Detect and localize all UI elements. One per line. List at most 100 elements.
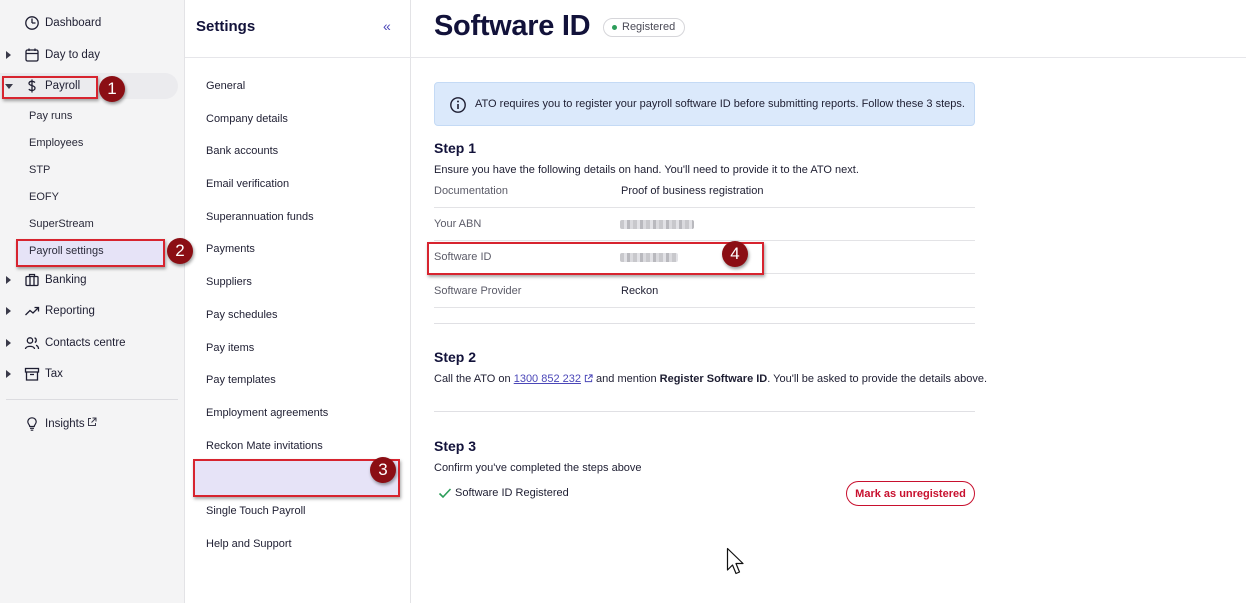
detail-label: Documentation	[434, 185, 508, 197]
settings-item-help-and-support[interactable]: Help and Support	[206, 538, 292, 550]
settings-item-company-details[interactable]: Company details	[206, 113, 288, 125]
settings-sidebar: Settings « General Company details Bank ac…	[185, 0, 411, 603]
step1-heading: Step 1	[434, 140, 477, 156]
mouse-cursor-icon	[726, 547, 744, 575]
settings-item-bank-accounts[interactable]: Bank accounts	[206, 145, 278, 157]
settings-item-pay-templates[interactable]: Pay templates	[206, 374, 276, 386]
status-dot-icon	[612, 25, 617, 30]
nav-payroll-settings[interactable]: Payroll settings	[29, 245, 104, 257]
main-content: Software ID Registered ATO requires you …	[411, 0, 1246, 603]
step2-text-pre: Call the ATO on	[434, 373, 514, 385]
nav-banking-label: Banking	[45, 274, 87, 286]
archive-icon	[24, 367, 40, 381]
settings-item-suppliers[interactable]: Suppliers	[206, 276, 252, 288]
nav-divider	[6, 399, 178, 400]
checkmark-icon	[438, 488, 452, 499]
trend-up-icon	[25, 306, 40, 316]
dashboard-icon	[25, 16, 39, 30]
detail-label: Software ID	[434, 251, 492, 263]
detail-row-documentation: Documentation Proof of business registra…	[434, 175, 975, 208]
dollar-icon	[28, 79, 36, 93]
settings-item-pay-schedules[interactable]: Pay schedules	[206, 309, 278, 321]
status-badge: Registered	[603, 18, 686, 37]
nav-dashboard[interactable]: Dashboard	[0, 10, 184, 36]
settings-item-general[interactable]: General	[206, 80, 245, 92]
nav-superstream[interactable]: SuperStream	[29, 218, 94, 230]
main-sidebar: Dashboard Day to day Payroll Pay runs Em…	[0, 0, 185, 603]
step2-heading: Step 2	[434, 349, 477, 365]
settings-item-software-id-highlight	[194, 460, 399, 495]
contacts-icon	[24, 337, 40, 350]
expand-caret-icon[interactable]	[6, 307, 11, 315]
nav-day-to-day-label: Day to day	[45, 49, 100, 61]
software-id-registered-label: Software ID Registered	[455, 487, 569, 499]
detail-label: Your ABN	[434, 218, 482, 230]
detail-row-software-provider: Software Provider Reckon	[434, 275, 975, 308]
nav-contacts-centre-label: Contacts centre	[45, 337, 126, 349]
nav-insights[interactable]: Insights	[0, 411, 184, 437]
step2-description: Call the ATO on 1300 852 232 and mention…	[434, 373, 987, 385]
software-id-redacted-value	[620, 253, 678, 262]
step2-text-post: . You'll be asked to provide the details…	[767, 373, 988, 385]
expand-caret-icon[interactable]	[6, 370, 11, 378]
nav-reporting-label: Reporting	[45, 305, 95, 317]
annotation-badge-1: 1	[99, 76, 125, 102]
nav-day-to-day[interactable]: Day to day	[0, 42, 184, 68]
info-banner-text: ATO requires you to register your payrol…	[475, 98, 965, 110]
settings-item-reckon-mate-invitations[interactable]: Reckon Mate invitations	[206, 440, 323, 452]
mark-as-unregistered-button[interactable]: Mark as unregistered	[846, 481, 975, 506]
step3-description: Confirm you've completed the steps above	[434, 462, 642, 474]
nav-eofy[interactable]: EOFY	[29, 191, 59, 203]
bank-icon	[25, 273, 39, 287]
detail-row-software-id: Software ID	[434, 241, 975, 274]
expand-caret-icon[interactable]	[6, 339, 11, 347]
step2-text-bold: Register Software ID	[659, 373, 768, 385]
settings-item-employment-agreements[interactable]: Employment agreements	[206, 407, 328, 419]
step3-heading: Step 3	[434, 438, 477, 454]
detail-row-abn: Your ABN	[434, 208, 975, 241]
external-link-icon	[88, 417, 97, 426]
settings-item-superannuation-funds[interactable]: Superannuation funds	[206, 211, 314, 223]
nav-dashboard-label: Dashboard	[45, 17, 102, 29]
expand-caret-icon[interactable]	[6, 276, 11, 284]
page-title: Software ID	[434, 10, 591, 42]
abn-redacted-value	[620, 220, 694, 229]
ato-phone-link[interactable]: 1300 852 232	[514, 373, 581, 385]
info-banner: ATO requires you to register your payrol…	[434, 82, 975, 126]
collapse-caret-icon[interactable]	[5, 83, 13, 89]
header-divider	[411, 57, 1246, 58]
info-icon	[450, 97, 466, 113]
nav-tax[interactable]: Tax	[0, 361, 184, 387]
settings-item-single-touch-payroll[interactable]: Single Touch Payroll	[206, 505, 305, 517]
calendar-icon	[25, 48, 39, 62]
settings-item-payments[interactable]: Payments	[206, 243, 255, 255]
detail-value: Proof of business registration	[621, 185, 764, 197]
nav-employees[interactable]: Employees	[29, 137, 83, 149]
detail-value: Reckon	[621, 285, 659, 297]
settings-title: Settings	[196, 18, 256, 35]
annotation-badge-3: 3	[370, 457, 396, 483]
detail-label: Software Provider	[434, 285, 522, 297]
nav-reporting[interactable]: Reporting	[0, 298, 184, 324]
step-divider	[434, 323, 975, 324]
status-badge-label: Registered	[622, 21, 676, 33]
step-divider	[434, 411, 975, 412]
annotation-badge-4: 4	[722, 241, 748, 267]
nav-insights-label: Insights	[45, 418, 85, 430]
nav-contacts-centre[interactable]: Contacts centre	[0, 330, 184, 356]
collapse-sidebar-icon[interactable]: «	[383, 18, 391, 34]
nav-tax-label: Tax	[45, 368, 63, 380]
nav-stp[interactable]: STP	[29, 164, 50, 176]
nav-pay-runs[interactable]: Pay runs	[29, 110, 72, 122]
settings-header-divider	[185, 57, 411, 58]
step2-text-mid: and mention	[593, 373, 660, 385]
external-link-icon	[584, 374, 593, 383]
nav-payroll-label: Payroll	[45, 80, 81, 92]
nav-payroll[interactable]: Payroll	[0, 73, 178, 99]
lightbulb-icon	[27, 417, 37, 431]
settings-item-pay-items[interactable]: Pay items	[206, 342, 254, 354]
settings-item-email-verification[interactable]: Email verification	[206, 178, 289, 190]
expand-caret-icon[interactable]	[6, 51, 11, 59]
nav-banking[interactable]: Banking	[0, 267, 184, 293]
annotation-badge-2: 2	[167, 238, 193, 264]
